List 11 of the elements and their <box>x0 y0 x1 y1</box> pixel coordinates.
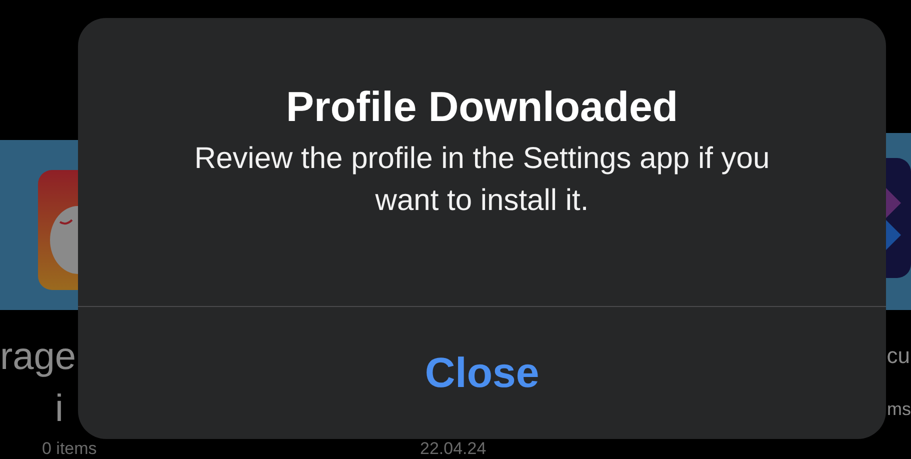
app-icon[interactable] <box>38 170 78 290</box>
folder-label: i <box>55 390 64 428</box>
item-count: 0 items <box>42 440 97 457</box>
folder-label: cu <box>886 345 910 367</box>
app-icon[interactable] <box>886 158 911 278</box>
alert-title: Profile Downloaded <box>286 82 678 132</box>
folder-label: rage <box>0 338 76 376</box>
alert-message: Review the profile in the Settings app if you want to install it. <box>193 141 771 220</box>
close-button[interactable]: Close <box>78 307 886 439</box>
folder-date: 22.04.24 <box>420 440 486 457</box>
folder-label: ms <box>887 400 911 418</box>
